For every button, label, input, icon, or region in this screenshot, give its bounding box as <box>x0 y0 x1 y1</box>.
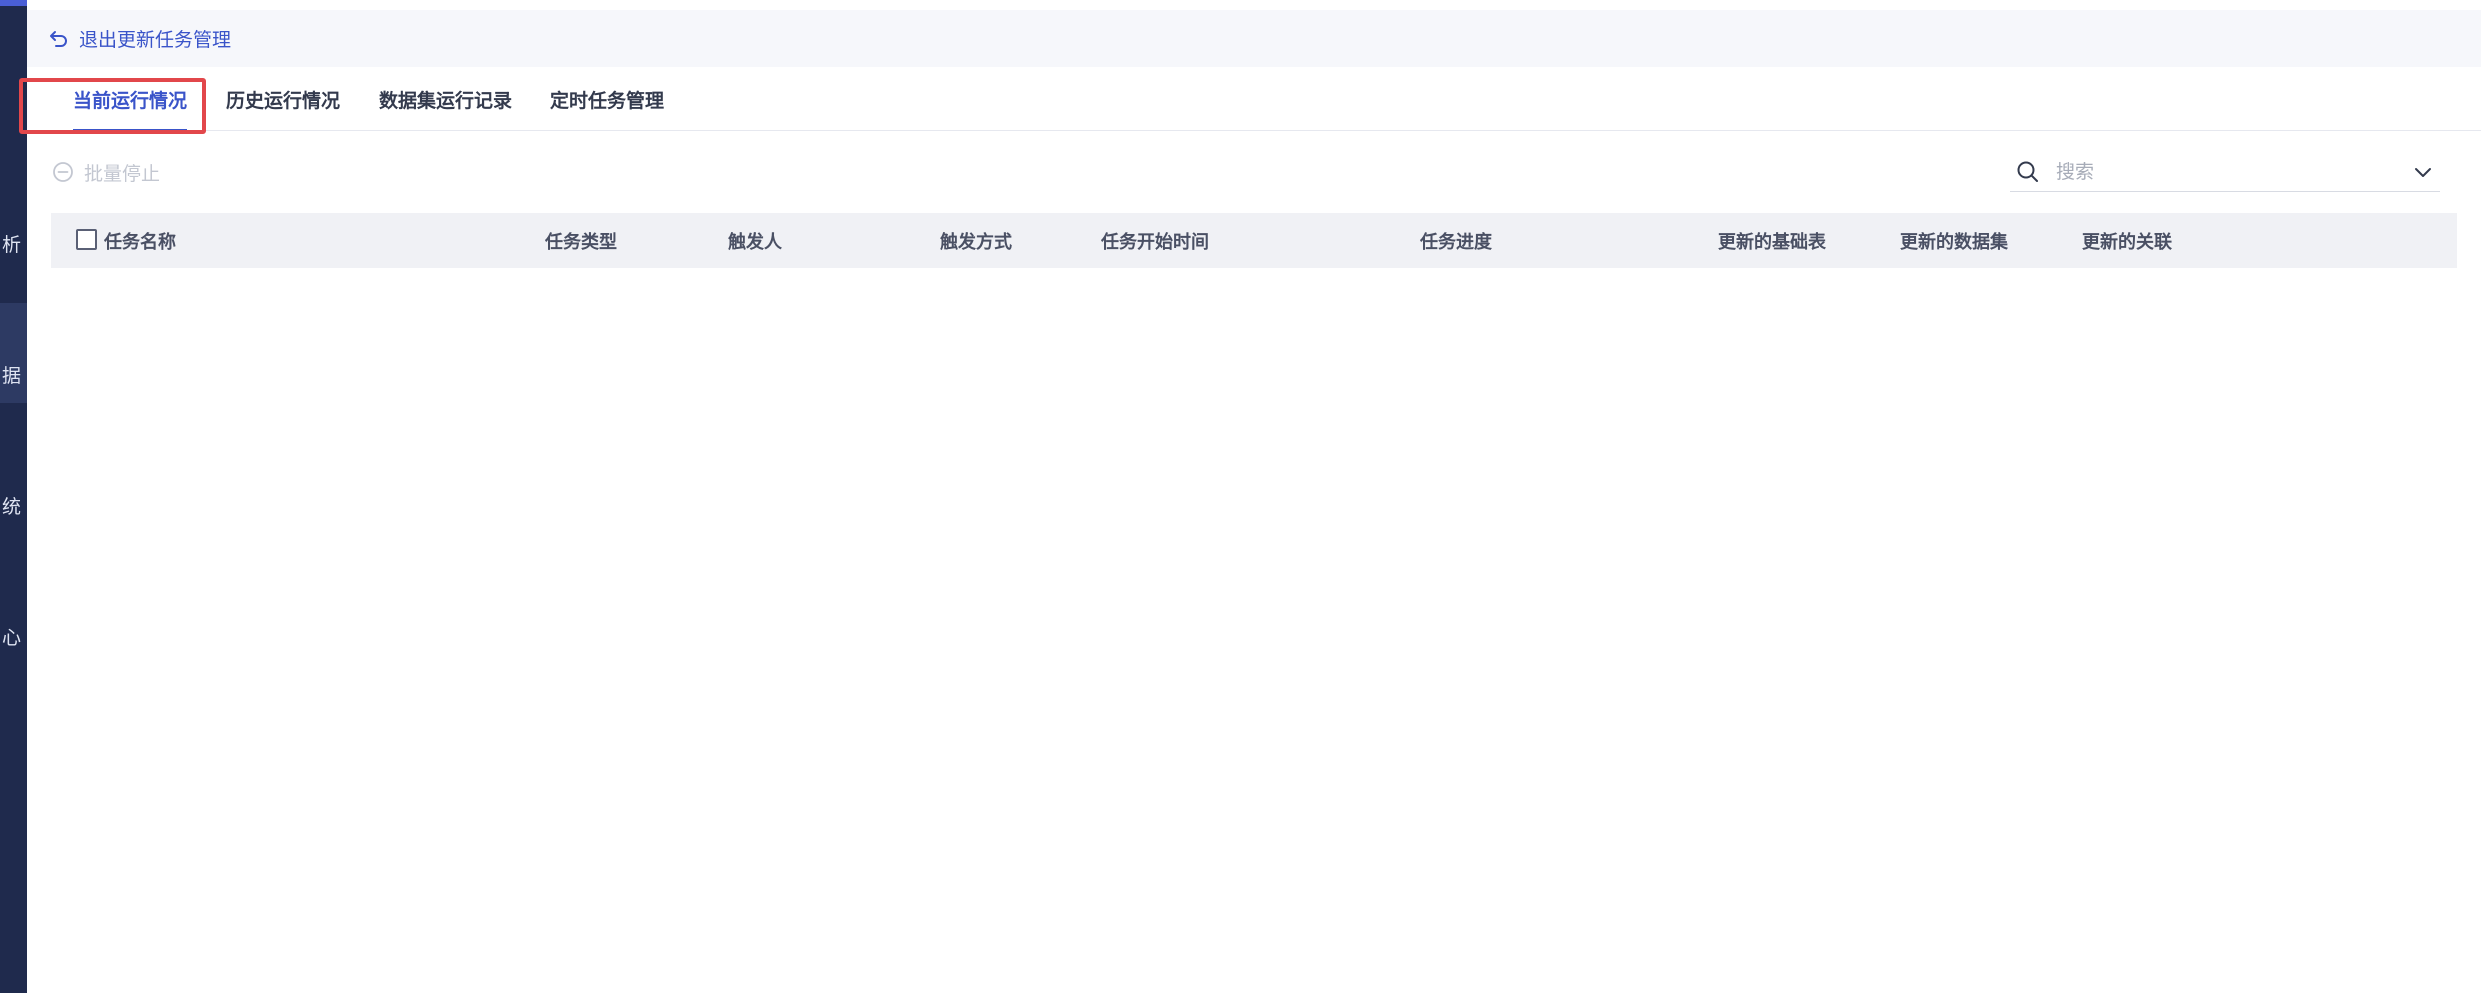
exit-update-task-label: 退出更新任务管理 <box>79 29 232 51</box>
column-header-task-name: 任务名称 <box>76 213 176 268</box>
minus-circle-icon <box>53 162 73 182</box>
sidebar-item-label: 心 <box>1 628 21 648</box>
search-icon <box>2017 161 2038 182</box>
tab-history-runs[interactable]: 历史运行情况 <box>226 68 340 131</box>
tab-scheduled-task-management[interactable]: 定时任务管理 <box>550 68 664 131</box>
tab-label: 当前运行情况 <box>73 90 188 112</box>
select-all-checkbox[interactable] <box>76 229 97 250</box>
column-header-start-time[interactable]: 任务开始时间 <box>1101 213 1209 268</box>
sidebar-active-highlight <box>0 303 27 403</box>
batch-stop-button[interactable]: 批量停止 <box>52 148 160 196</box>
sidebar-item-label: 统 <box>1 497 21 517</box>
column-header-trigger-method[interactable]: 触发方式 <box>940 213 1012 268</box>
column-header-label: 更新的基础表 <box>1718 231 1826 253</box>
column-header-progress[interactable]: 任务进度 <box>1420 213 1492 268</box>
tab-current-runs[interactable]: 当前运行情况 <box>73 68 188 132</box>
column-header-label: 更新的数据集 <box>1900 231 2008 253</box>
search-input[interactable] <box>2054 153 2412 190</box>
task-table: 任务名称 任务类型 触发人 触发方式 任务开始时间 任务进度 更新的基础表 更新… <box>51 213 2457 268</box>
column-header-task-type[interactable]: 任务类型 <box>545 213 617 268</box>
search-box <box>2010 152 2440 192</box>
column-header-label: 触发方式 <box>940 231 1012 253</box>
tab-dataset-run-records[interactable]: 数据集运行记录 <box>379 68 512 131</box>
column-header-label: 任务开始时间 <box>1101 231 1209 253</box>
tab-bar: 当前运行情况 历史运行情况 数据集运行记录 定时任务管理 <box>27 68 2481 132</box>
batch-stop-label: 批量停止 <box>84 162 161 185</box>
column-header-label: 更新的关联 <box>2082 231 2172 253</box>
column-header-updated-base-tables[interactable]: 更新的基础表 <box>1718 213 1826 268</box>
tab-label: 定时任务管理 <box>550 90 665 112</box>
column-header-label: 触发人 <box>728 231 782 253</box>
column-header-label: 任务类型 <box>545 231 617 253</box>
sidebar-item-system[interactable]: 统 <box>0 497 21 517</box>
sidebar-item-analysis[interactable]: 析 <box>0 235 21 255</box>
back-arrow-icon <box>50 30 67 47</box>
sidebar-item-center[interactable]: 心 <box>0 628 21 648</box>
toolbar: 批量停止 <box>27 148 2481 196</box>
exit-update-task-button[interactable]: 退出更新任务管理 <box>49 25 231 52</box>
sidebar-item-label: 据 <box>1 366 21 386</box>
tab-label: 数据集运行记录 <box>379 90 513 112</box>
column-header-updated-datasets[interactable]: 更新的数据集 <box>1900 213 2008 268</box>
column-header-label: 任务进度 <box>1420 231 1492 253</box>
sidebar-top-accent <box>0 0 27 6</box>
exit-bar: 退出更新任务管理 <box>27 10 2481 67</box>
column-header-label: 任务名称 <box>104 231 176 253</box>
sidebar: 析 据 统 心 <box>0 0 27 993</box>
sidebar-item-data[interactable]: 据 <box>0 366 21 386</box>
column-header-updated-relations[interactable]: 更新的关联 <box>2082 213 2172 268</box>
column-header-trigger-user[interactable]: 触发人 <box>728 213 782 268</box>
tab-label: 历史运行情况 <box>226 90 341 112</box>
main-panel: 退出更新任务管理 当前运行情况 历史运行情况 数据集运行记录 定时任务管理 批量… <box>27 0 2481 993</box>
chevron-down-icon[interactable] <box>2412 161 2434 183</box>
sidebar-item-label: 析 <box>1 235 21 255</box>
